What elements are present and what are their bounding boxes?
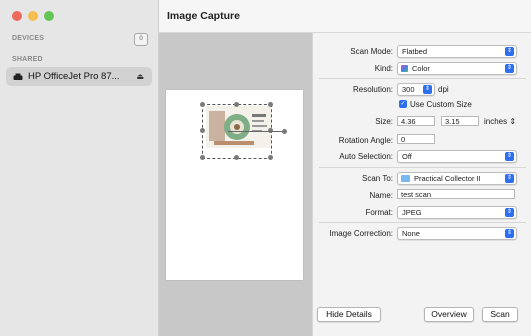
divider	[319, 222, 526, 223]
selection-handle[interactable]	[268, 102, 273, 107]
selection-handle[interactable]	[234, 155, 239, 160]
resolution-label: Resolution:	[352, 85, 393, 94]
resolution-select[interactable]: 300 ⇕	[397, 83, 435, 96]
image-correction-label: Image Correction:	[329, 229, 393, 238]
auto-selection-value: Off	[402, 152, 412, 161]
scan-button[interactable]: Scan	[482, 307, 518, 322]
custom-size-checkbox[interactable]: ✓	[399, 100, 407, 108]
format-label: Format:	[365, 208, 393, 217]
image-correction-value: None	[402, 229, 420, 238]
scan-preview-area	[159, 33, 312, 336]
preview-paper	[166, 90, 303, 280]
size-unit-select[interactable]: inches ⇕	[484, 117, 516, 126]
size-height-field[interactable]: 3.15	[441, 116, 479, 126]
size-unit-value: inches	[484, 117, 508, 126]
scan-to-select[interactable]: Practical Collector II ⇕	[397, 172, 517, 185]
rotation-angle-label: Rotation Angle:	[338, 136, 393, 145]
scan-settings-panel: Scan Mode: Flatbed ⇕ Kind: Color ⇕ Resol…	[312, 33, 531, 336]
custom-size-label: Use Custom Size	[410, 100, 472, 109]
divider	[319, 78, 526, 79]
selection-handle[interactable]	[200, 155, 205, 160]
scan-mode-select[interactable]: Flatbed ⇕	[397, 45, 517, 58]
close-window-button[interactable]	[12, 11, 22, 21]
auto-selection-select[interactable]: Off ⇕	[397, 150, 517, 163]
title-bar: Image Capture	[159, 0, 531, 33]
sidebar: DEVICES 0 SHARED HP OfficeJet Pro 87... …	[0, 0, 159, 336]
kind-label: Kind:	[374, 64, 393, 73]
rotation-handle[interactable]	[282, 129, 287, 134]
kind-value: Color	[412, 64, 430, 73]
kind-select[interactable]: Color ⇕	[397, 62, 517, 75]
chevron-updown-icon: ⇕	[505, 64, 514, 73]
format-select[interactable]: JPEG ⇕	[397, 206, 517, 219]
overview-button[interactable]: Overview	[424, 307, 474, 322]
folder-icon	[401, 175, 410, 182]
selection-handle[interactable]	[200, 128, 205, 133]
selection-handle[interactable]	[200, 102, 205, 107]
color-icon	[401, 65, 408, 72]
auto-selection-label: Auto Selection:	[339, 152, 393, 161]
resolution-unit: dpi	[438, 85, 449, 94]
image-capture-window: DEVICES 0 SHARED HP OfficeJet Pro 87... …	[0, 0, 531, 336]
devices-count-badge: 0	[134, 33, 148, 46]
shared-section-label: SHARED	[12, 56, 43, 63]
selection-handle[interactable]	[268, 155, 273, 160]
size-width-field[interactable]: 4.36	[397, 116, 435, 126]
name-field[interactable]: test scan	[397, 189, 515, 199]
rotation-angle-field[interactable]: 0	[397, 134, 435, 144]
eject-icon[interactable]: ⏏	[136, 72, 144, 81]
devices-section-label: DEVICES	[12, 35, 45, 42]
format-value: JPEG	[402, 208, 422, 217]
scan-to-value: Practical Collector II	[414, 174, 481, 183]
rotation-line	[228, 131, 284, 132]
device-name-label: HP OfficeJet Pro 87...	[28, 71, 120, 82]
selection-handle[interactable]	[234, 102, 239, 107]
window-controls	[12, 11, 54, 21]
chevron-updown-icon: ⇕	[423, 85, 432, 94]
chevron-updown-icon: ⇕	[505, 47, 514, 56]
scan-mode-label: Scan Mode:	[350, 47, 393, 56]
divider	[319, 167, 526, 168]
image-correction-select[interactable]: None ⇕	[397, 227, 517, 240]
scan-mode-value: Flatbed	[402, 47, 428, 56]
resolution-value: 300	[402, 85, 415, 94]
chevron-updown-icon: ⇕	[509, 117, 517, 126]
size-label: Size:	[375, 117, 393, 126]
name-label: Name:	[369, 191, 393, 200]
sidebar-item-device[interactable]: HP OfficeJet Pro 87... ⏏	[6, 67, 152, 86]
scan-to-label: Scan To:	[362, 174, 393, 183]
window-title: Image Capture	[167, 10, 240, 22]
minimize-window-button[interactable]	[28, 11, 38, 21]
zoom-window-button[interactable]	[44, 11, 54, 21]
chevron-updown-icon: ⇕	[505, 152, 514, 161]
printer-icon	[13, 73, 23, 80]
chevron-updown-icon: ⇕	[505, 229, 514, 238]
hide-details-button[interactable]: Hide Details	[317, 307, 381, 322]
chevron-updown-icon: ⇕	[505, 174, 514, 183]
chevron-updown-icon: ⇕	[505, 208, 514, 217]
